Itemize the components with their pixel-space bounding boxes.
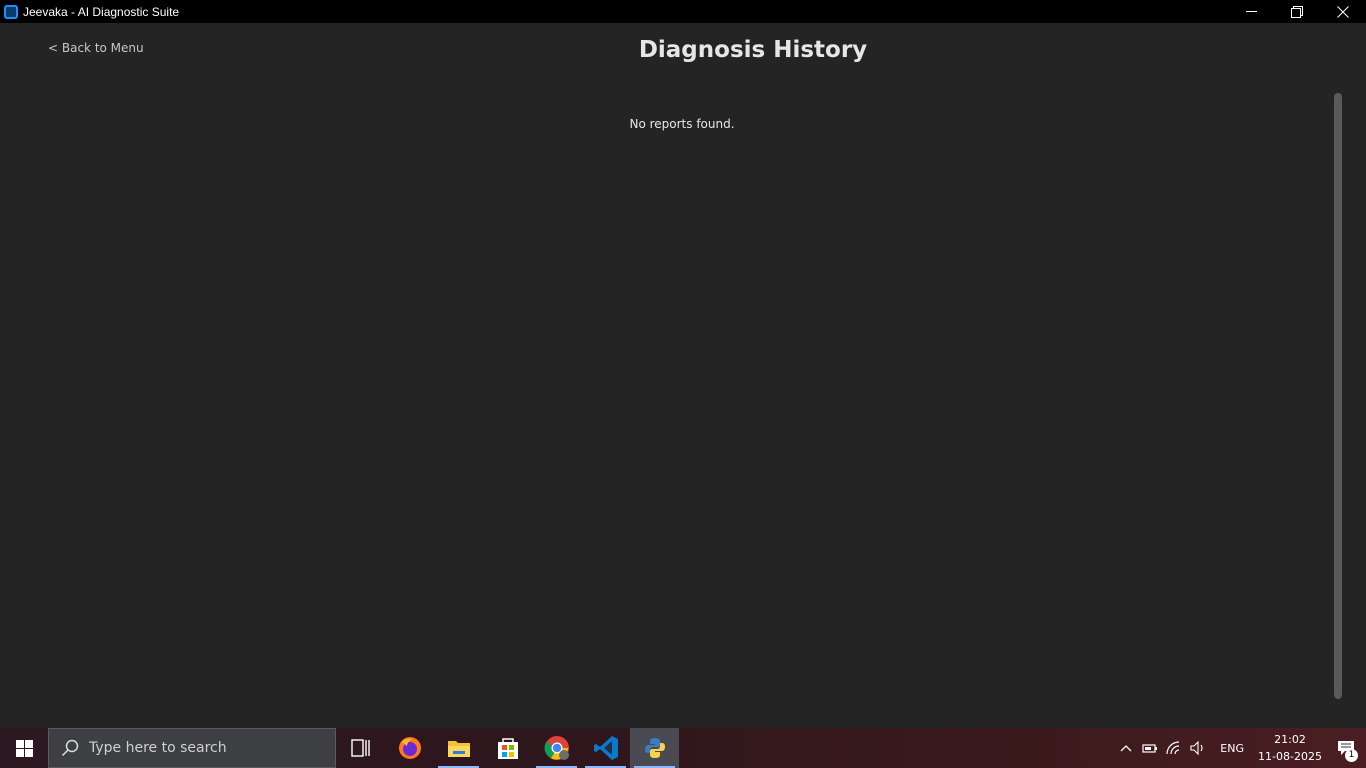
vscode-icon xyxy=(593,736,618,760)
network-button[interactable] xyxy=(1162,728,1186,768)
window-titlebar[interactable]: Jeevaka - AI Diagnostic Suite xyxy=(0,0,1366,23)
close-button[interactable] xyxy=(1320,0,1366,23)
microsoft-store-taskbar-button[interactable] xyxy=(483,728,532,768)
page-title: Diagnosis History xyxy=(638,37,868,63)
search-icon xyxy=(61,739,79,757)
input-language[interactable]: ENG xyxy=(1220,742,1244,755)
speaker-icon xyxy=(1190,741,1203,755)
task-view-button[interactable] xyxy=(336,728,385,768)
search-placeholder: Type here to search xyxy=(89,740,227,756)
app-icon xyxy=(4,4,18,19)
task-view-icon xyxy=(350,739,370,757)
restore-button[interactable] xyxy=(1274,0,1320,23)
window-controls xyxy=(1228,0,1366,23)
clock-button[interactable]: 21:02 11-08-2025 xyxy=(1254,731,1326,765)
python-icon xyxy=(644,738,665,758)
empty-state-message: No reports found. xyxy=(629,117,735,131)
file-explorer-icon xyxy=(447,741,470,757)
clock-date: 11-08-2025 xyxy=(1258,750,1322,763)
window-title: Jeevaka - AI Diagnostic Suite xyxy=(23,4,180,19)
system-tray: ENG 21:02 11-08-2025 1 xyxy=(1114,728,1366,768)
windows-logo-icon xyxy=(15,739,33,757)
minimize-button[interactable] xyxy=(1228,0,1274,23)
restore-icon xyxy=(1291,5,1303,18)
wifi-icon xyxy=(1166,741,1180,755)
chrome-icon xyxy=(544,736,569,760)
chrome-taskbar-button[interactable] xyxy=(532,728,581,768)
minimize-icon xyxy=(1245,11,1257,12)
main-content: < Back to Menu Diagnosis History No repo… xyxy=(0,23,1366,728)
microsoft-store-icon xyxy=(497,738,518,759)
file-explorer-taskbar-button[interactable] xyxy=(434,728,483,768)
taskbar-search-box[interactable]: Type here to search xyxy=(48,728,336,768)
battery-icon xyxy=(1142,744,1158,753)
vertical-scrollbar[interactable] xyxy=(1334,93,1342,699)
notification-count-badge: 1 xyxy=(1345,749,1358,762)
firefox-icon xyxy=(398,737,421,759)
battery-button[interactable] xyxy=(1138,728,1162,768)
action-center-button[interactable]: 1 xyxy=(1326,728,1366,768)
volume-button[interactable] xyxy=(1186,728,1210,768)
start-button[interactable] xyxy=(0,728,48,768)
taskbar: Type here to search ENG 21:02 11-08-2025… xyxy=(0,728,1366,768)
clock-time: 21:02 xyxy=(1274,733,1306,746)
python-taskbar-button[interactable] xyxy=(630,728,679,768)
show-hidden-icons-button[interactable] xyxy=(1114,728,1138,768)
close-icon xyxy=(1337,5,1349,18)
chevron-up-icon xyxy=(1120,745,1132,752)
vscode-taskbar-button[interactable] xyxy=(581,728,630,768)
firefox-taskbar-button[interactable] xyxy=(385,728,434,768)
